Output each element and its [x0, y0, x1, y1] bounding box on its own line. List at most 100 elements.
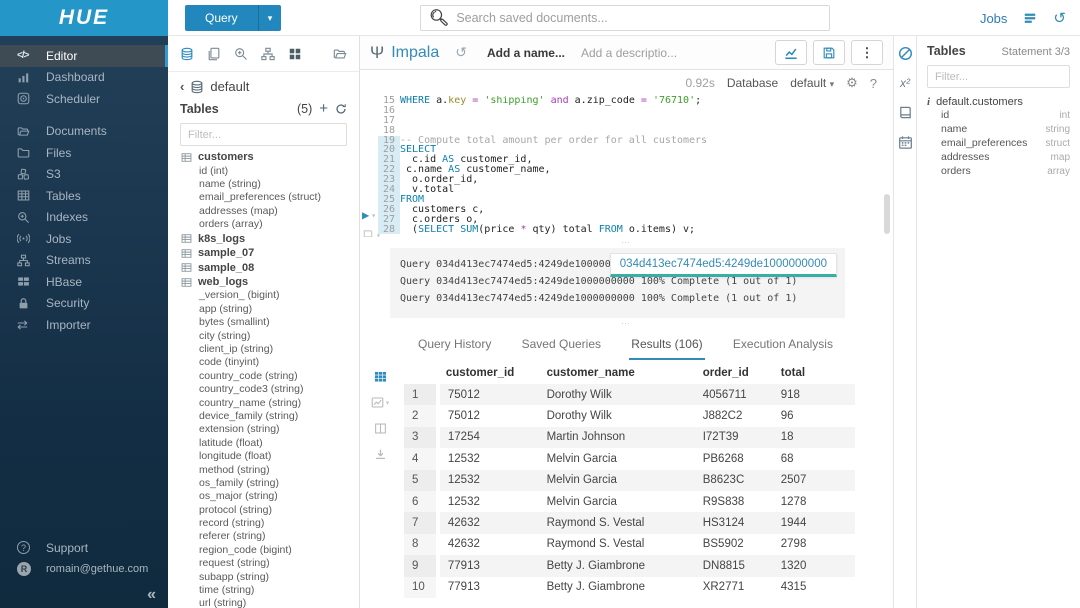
sidebar-item-tables[interactable]: Tables: [0, 185, 168, 207]
assist-column-name-string[interactable]: name (string): [168, 178, 359, 191]
book-icon[interactable]: [898, 105, 913, 120]
apps-icon[interactable]: [288, 47, 302, 61]
save-query-button[interactable]: [813, 40, 845, 65]
help-icon[interactable]: ?: [870, 76, 877, 91]
jobs-stack-icon[interactable]: [1023, 11, 1037, 25]
sidebar-item-dashboard[interactable]: Dashboard: [0, 67, 168, 89]
tab-results-106[interactable]: Results (106): [629, 333, 704, 360]
grid-icon[interactable]: [374, 370, 387, 383]
assist-column-client-ip-string[interactable]: client_ip (string): [168, 343, 359, 356]
editor-scrollbar[interactable]: [884, 194, 890, 234]
assist-column-city-string[interactable]: city (string): [168, 330, 359, 343]
info-icon[interactable]: i: [927, 96, 930, 108]
sidebar-item-security[interactable]: Security: [0, 293, 168, 315]
assist-column-extension-string[interactable]: extension (string): [168, 423, 359, 436]
table-row[interactable]: 977913Betty J. GiambroneDN88151320: [404, 555, 855, 576]
assist-column-subapp-string[interactable]: subapp (string): [168, 571, 359, 584]
query-button-label[interactable]: Query: [185, 5, 258, 31]
history-icon[interactable]: ↺: [1053, 11, 1066, 26]
assist-column-code-tinyint[interactable]: code (tinyint): [168, 356, 359, 369]
sidebar-item-support[interactable]: ?Support: [0, 537, 168, 559]
table-row[interactable]: 275012Dorothy WilkJ882C296: [404, 405, 855, 426]
column-header-total[interactable]: total: [773, 362, 855, 384]
column-header-customer-name[interactable]: customer_name: [539, 362, 695, 384]
database-icon[interactable]: [180, 47, 194, 61]
right-assist-filter-input[interactable]: [927, 65, 1070, 88]
table-row[interactable]: 612532Melvin GarciaR9S8381278: [404, 491, 855, 512]
functions-icon[interactable]: x²: [900, 76, 910, 90]
code-line-19[interactable]: 19-- Compute total amount per order for …: [378, 136, 893, 146]
assist-column-id-int[interactable]: id (int): [168, 165, 359, 178]
tab-query-history[interactable]: Query History: [416, 333, 493, 358]
assist-table-sample-07[interactable]: sample_07: [168, 246, 359, 261]
tab-execution-analysis[interactable]: Execution Analysis: [731, 333, 835, 358]
sidebar-item-s3[interactable]: S3: [0, 164, 168, 186]
sidebar-item-jobs[interactable]: Jobs: [0, 228, 168, 250]
code-line-16[interactable]: 16: [378, 106, 893, 116]
table-row[interactable]: 317254Martin JohnsonI72T3918: [404, 427, 855, 448]
database-name[interactable]: default: [210, 79, 249, 94]
code-line-28[interactable]: 28 (SELECT SUM(price * qty) total FROM o…: [378, 225, 893, 235]
table-row[interactable]: 1077913Betty J. GiambroneXR27714315: [404, 577, 855, 598]
hue-logo[interactable]: HUE: [0, 0, 168, 36]
column-header-order-id[interactable]: order_id: [695, 362, 773, 384]
settings-gear-icon[interactable]: ⚙: [846, 75, 858, 91]
engine-title[interactable]: Impala: [391, 44, 439, 62]
tab-saved-queries[interactable]: Saved Queries: [520, 333, 603, 358]
assist-column-request-string[interactable]: request (string): [168, 557, 359, 570]
assist-column-record-string[interactable]: record (string): [168, 517, 359, 530]
sql-code-editor[interactable]: 15WHERE a.key = 'shipping' and a.zip_cod…: [360, 96, 893, 237]
assist-column-country-name-string[interactable]: country_name (string): [168, 397, 359, 410]
sidebar-item-hbase[interactable]: HBase: [0, 271, 168, 293]
assist-column-orders-array[interactable]: orders (array): [168, 218, 359, 231]
assist-table-web-logs[interactable]: web_logs: [168, 275, 359, 290]
resize-grip[interactable]: ⋯: [360, 237, 893, 247]
table-row[interactable]: 742632Raymond S. VestalHS31241944: [404, 512, 855, 533]
sidebar-item-documents[interactable]: Documents: [0, 121, 168, 143]
more-actions-button[interactable]: ⋮: [851, 40, 883, 65]
column-header-customer-id[interactable]: customer_id: [438, 362, 539, 384]
code-line-17[interactable]: 17: [378, 116, 893, 126]
download-icon[interactable]: [374, 448, 387, 461]
right-assist-column-name[interactable]: name string: [927, 122, 1070, 136]
copy-icon[interactable]: [207, 47, 221, 61]
table-row[interactable]: 512532Melvin GarciaB8623C2507: [404, 470, 855, 491]
assist-column-country-code-string[interactable]: country_code (string): [168, 370, 359, 383]
assist-table-k8s-logs[interactable]: k8s_logs: [168, 231, 359, 246]
assist-column-device-family-string[interactable]: device_family (string): [168, 410, 359, 423]
table-row[interactable]: 842632Raymond S. VestalBS59022798: [404, 534, 855, 555]
assist-table-sample-08[interactable]: sample_08: [168, 260, 359, 275]
assist-column-bytes-smallint[interactable]: bytes (smallint): [168, 316, 359, 329]
query-name-field[interactable]: Add a name...: [487, 46, 565, 60]
assist-column-longitude-float[interactable]: longitude (float): [168, 450, 359, 463]
assist-column-latitude-float[interactable]: latitude (float): [168, 437, 359, 450]
sidebar-item-indexes[interactable]: Indexes: [0, 207, 168, 229]
assist-column-app-string[interactable]: app (string): [168, 303, 359, 316]
assist-column-os-family-string[interactable]: os_family (string): [168, 477, 359, 490]
back-chevron-icon[interactable]: ‹: [180, 79, 184, 94]
search-plus-icon[interactable]: [234, 47, 248, 61]
right-assist-column-email-preferences[interactable]: email_preferences struct: [927, 136, 1070, 150]
snippet-menu-icon[interactable]: ▾: [362, 229, 381, 237]
assist-column-time-string[interactable]: time (string): [168, 584, 359, 597]
sitemap-icon[interactable]: [261, 47, 275, 61]
sidebar-item-editor[interactable]: </>Editor: [0, 45, 168, 67]
assist-column-protocol-string[interactable]: protocol (string): [168, 504, 359, 517]
code-line-24[interactable]: 24 v.total: [378, 185, 893, 195]
query-id-tooltip[interactable]: 034d413ec7474ed5:4249de1000000000: [610, 253, 837, 277]
query-dropdown-caret-icon[interactable]: ▾: [258, 5, 282, 31]
active-table[interactable]: i default.customers: [927, 96, 1070, 108]
table-row[interactable]: 175012Dorothy Wilk4056711918: [404, 384, 855, 405]
right-assist-column-orders[interactable]: orders array: [927, 164, 1070, 178]
assist-column-method-string[interactable]: method (string): [168, 464, 359, 477]
database-selector[interactable]: default ▾: [790, 76, 834, 90]
query-description-field[interactable]: Add a descriptio...: [581, 46, 677, 60]
refresh-icon[interactable]: [335, 103, 347, 115]
sidebar-item-romain-gethue-com[interactable]: Rromain@gethue.com: [0, 559, 168, 581]
jobs-link[interactable]: Jobs: [980, 11, 1007, 26]
sidebar-collapse-button[interactable]: «: [147, 586, 156, 604]
assist-column-country-code3-string[interactable]: country_code3 (string): [168, 383, 359, 396]
resize-grip-bottom[interactable]: ⋯: [360, 318, 893, 328]
sidebar-item-files[interactable]: Files: [0, 142, 168, 164]
query-history-icon[interactable]: ↺: [455, 44, 467, 61]
